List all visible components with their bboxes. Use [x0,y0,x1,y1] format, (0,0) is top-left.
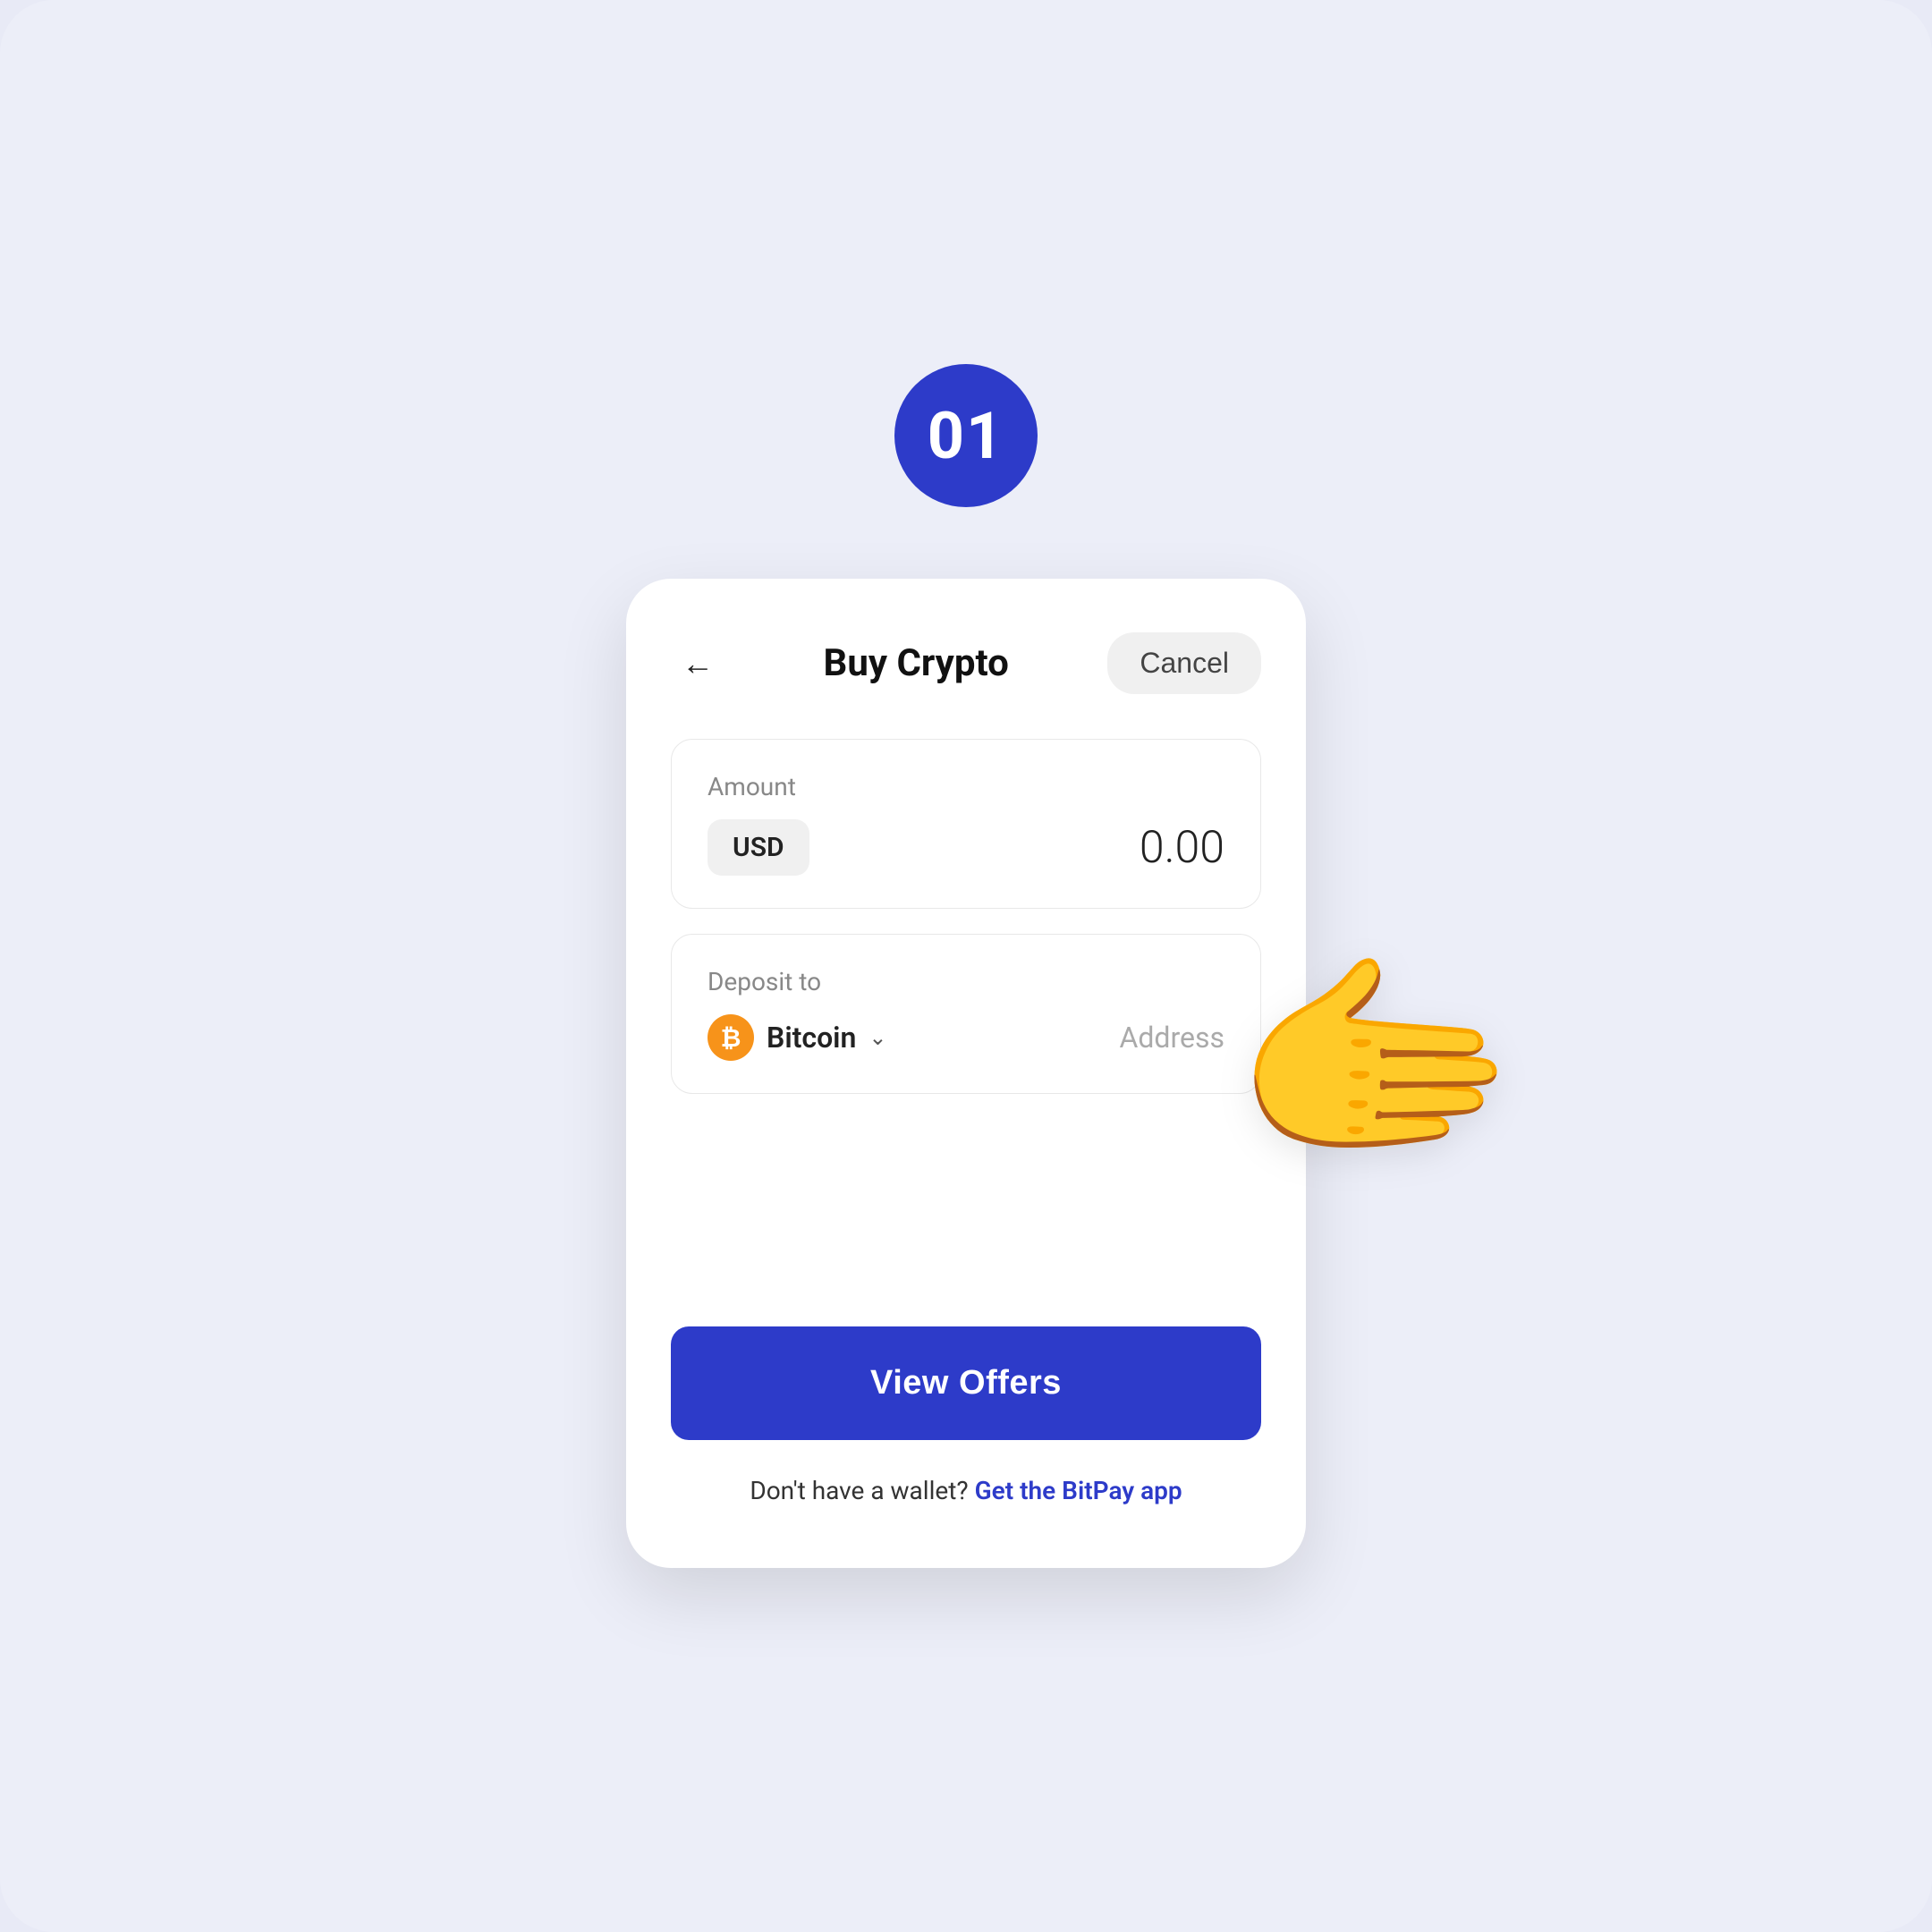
deposit-row: ₿ Bitcoin ⌄ Address [708,1014,1224,1061]
footer-text: Don't have a wallet? Get the BitPay app [671,1476,1261,1505]
back-button[interactable]: ← [671,637,724,691]
back-arrow-icon: ← [682,645,714,682]
amount-card: Amount USD 0.00 [671,739,1261,909]
deposit-card: Deposit to ₿ Bitcoin ⌄ Address [671,934,1261,1094]
step-number: 01 [928,398,1005,474]
bitpay-app-link[interactable]: Get the BitPay app [975,1476,1182,1505]
chevron-down-icon: ⌄ [869,1025,886,1050]
screen-header: ← Buy Crypto Cancel [671,632,1261,694]
phone-wrapper: ← Buy Crypto Cancel Amount USD 0.00 Depo… [626,579,1306,1568]
step-badge: 01 [894,364,1038,507]
amount-value[interactable]: 0.00 [1140,822,1224,874]
hand-illustration: 🫱 [1231,945,1521,1178]
view-offers-button[interactable]: View Offers [671,1326,1261,1440]
page-background: 01 ← Buy Crypto Cancel Amount USD 0.00 [0,0,1932,1932]
amount-row: USD 0.00 [708,819,1224,876]
currency-selector[interactable]: USD [708,819,809,876]
footer-static-text: Don't have a wallet? [750,1476,968,1505]
address-placeholder[interactable]: Address [1119,1021,1224,1055]
amount-label: Amount [708,772,1224,801]
screen-title: Buy Crypto [824,641,1009,685]
deposit-label: Deposit to [708,967,1224,996]
coin-selector[interactable]: ₿ Bitcoin ⌄ [708,1014,886,1061]
coin-name: Bitcoin [767,1021,856,1055]
phone-card: ← Buy Crypto Cancel Amount USD 0.00 Depo… [626,579,1306,1568]
bitcoin-icon: ₿ [708,1014,754,1061]
bitcoin-symbol: ₿ [721,1023,741,1053]
spacer [671,1148,1261,1326]
cancel-button[interactable]: Cancel [1107,632,1261,694]
